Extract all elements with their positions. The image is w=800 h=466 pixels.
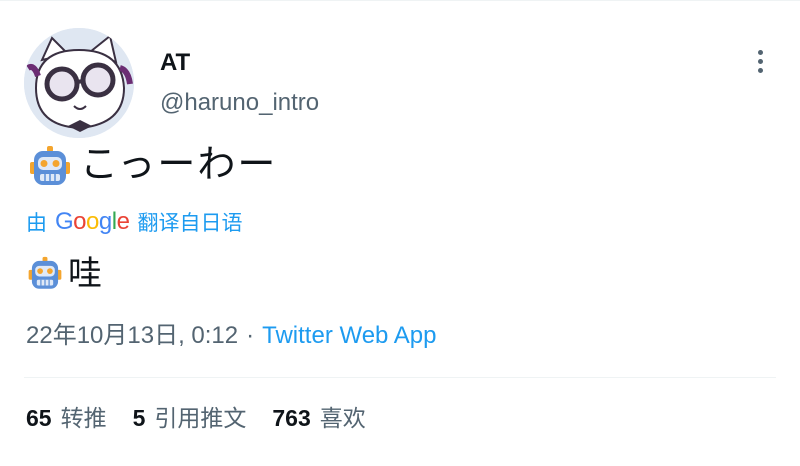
quotes-stat[interactable]: 5 引用推文 xyxy=(133,402,247,434)
meta-separator: · xyxy=(246,322,255,349)
tweet-meta: 22年10月13日, 0:12 · Twitter Web App xyxy=(26,320,436,352)
google-letter: G xyxy=(55,208,74,235)
quotes-label: 引用推文 xyxy=(154,405,247,431)
user-handle[interactable]: @haruno_intro xyxy=(160,88,319,118)
robot-emoji-icon xyxy=(30,146,70,185)
quotes-count: 5 xyxy=(132,405,146,431)
translate-tweet-link[interactable]: 由 Google 翻译自日语 xyxy=(26,207,242,237)
source-link[interactable]: Twitter Web App xyxy=(262,320,436,352)
robot-emoji-icon xyxy=(28,256,62,289)
google-letter: g xyxy=(98,208,112,235)
retweets-label: 转推 xyxy=(60,405,107,431)
google-letter: e xyxy=(116,208,130,235)
more-vertical-icon xyxy=(757,49,763,55)
likes-count: 763 xyxy=(272,405,311,431)
likes-label: 喜欢 xyxy=(319,405,366,431)
cat-avatar-icon xyxy=(24,28,134,138)
more-options-button[interactable] xyxy=(744,44,776,78)
divider xyxy=(24,377,776,378)
translated-text: 哇 xyxy=(68,254,102,294)
tweet-stats: 65 转推 5 引用推文 763 喜欢 xyxy=(26,402,392,434)
google-logo: Google xyxy=(55,208,130,236)
display-name[interactable]: AT xyxy=(160,48,190,78)
translate-action-label: 翻译自日语 xyxy=(137,212,243,235)
retweets-count: 65 xyxy=(26,405,52,431)
google-letter: o xyxy=(86,208,99,235)
translate-by-label: 由 xyxy=(26,212,47,235)
likes-stat[interactable]: 763 喜欢 xyxy=(272,402,365,434)
google-letter: o xyxy=(73,208,87,235)
timestamp[interactable]: 22年10月13日, 0:12 xyxy=(26,320,238,352)
top-border xyxy=(0,0,800,1)
avatar[interactable] xyxy=(24,28,134,138)
retweets-stat[interactable]: 65 转推 xyxy=(26,402,107,434)
tweet-text: こっーわー xyxy=(80,142,278,186)
